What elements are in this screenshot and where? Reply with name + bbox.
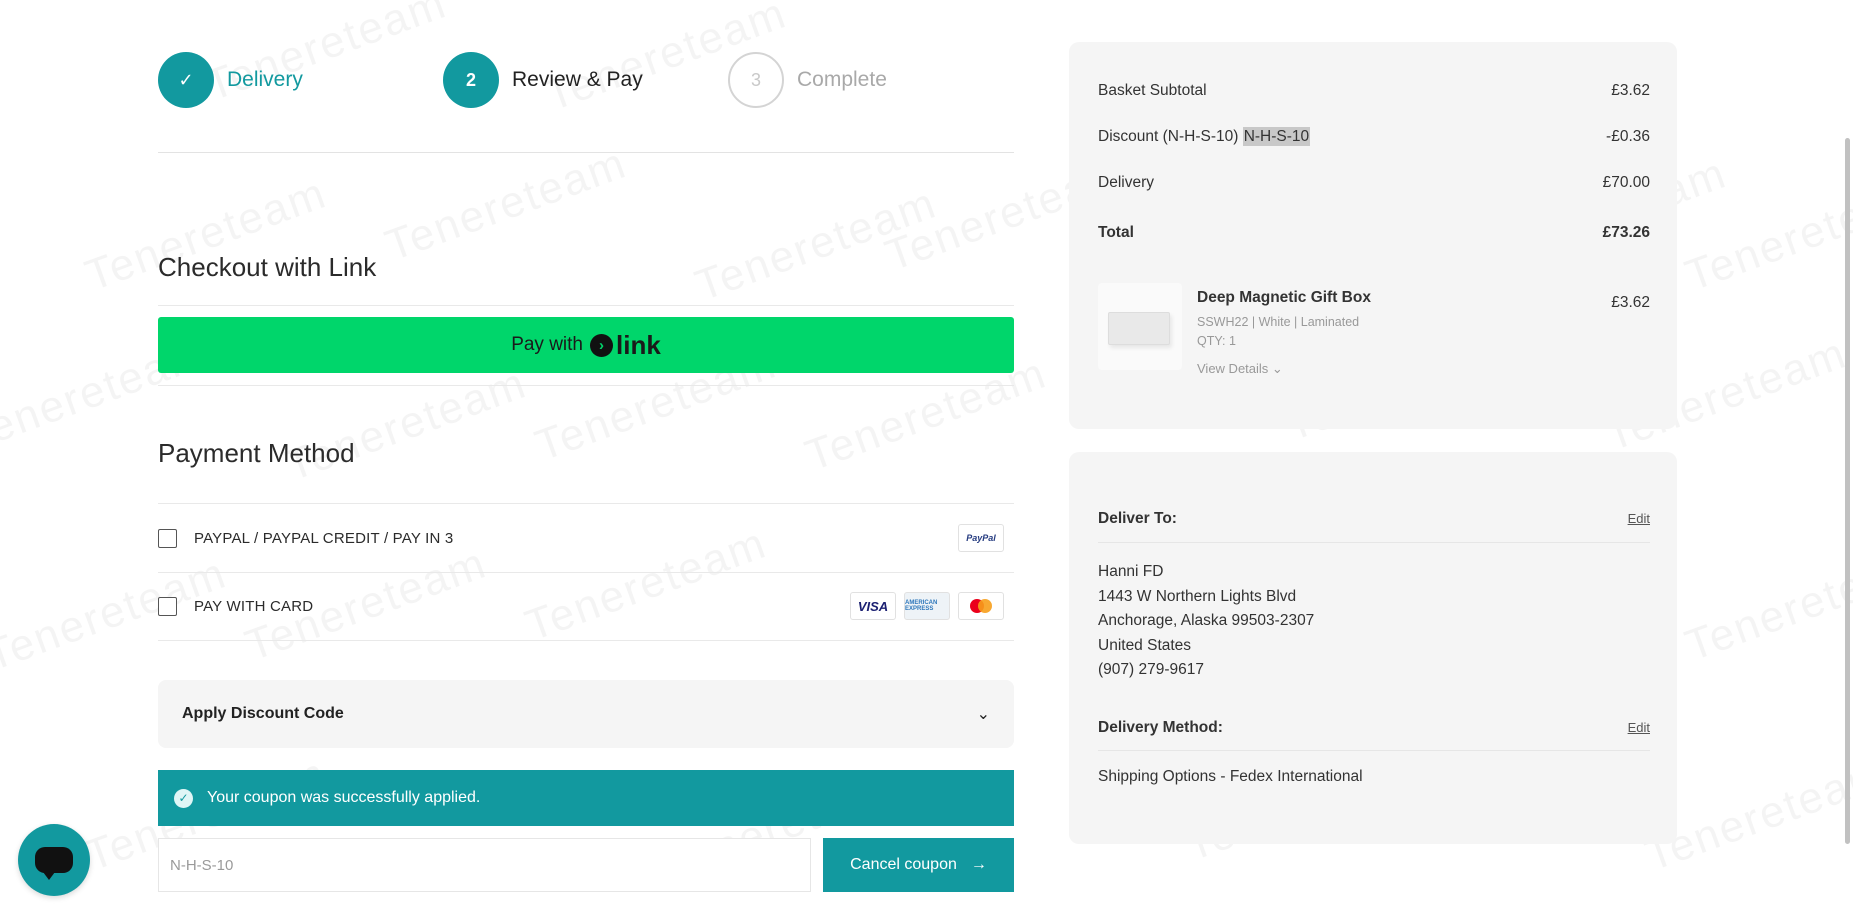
- divider: [158, 640, 1014, 641]
- summary-row-discount: Discount (N-H-S-10) N-H-S-10 -£0.36: [1098, 127, 1650, 146]
- address-line: (907) 279-9617: [1098, 661, 1204, 678]
- link-brand: link: [616, 329, 661, 360]
- coupon-success-banner: ✓ Your coupon was successfully applied.: [158, 770, 1014, 826]
- product-spec: SSWH22 | White | Laminated: [1197, 315, 1360, 329]
- summary-value: £73.26: [1602, 224, 1650, 241]
- checkout-link-title: Checkout with Link: [158, 252, 377, 282]
- link-logo: › link: [590, 330, 661, 361]
- divider: [158, 385, 1014, 386]
- success-message: Your coupon was successfully applied.: [207, 789, 481, 806]
- step-label: Delivery: [227, 68, 303, 91]
- step-review-pay: 2 Review & Pay: [443, 52, 643, 108]
- chat-widget-button[interactable]: [18, 824, 90, 896]
- selected-discount-code: N-H-S-10: [1242, 127, 1311, 146]
- chevron-down-icon: ⌄: [976, 706, 990, 723]
- address-line: United States: [1098, 636, 1192, 654]
- step-number: 3: [728, 52, 784, 108]
- amex-icon: AMERICAN EXPRESS: [904, 592, 950, 620]
- address-line: 1443 W Northern Lights Blvd: [1098, 587, 1297, 605]
- payment-option-label: PAY WITH CARD: [194, 597, 314, 615]
- step-complete: 3 Complete: [728, 52, 887, 108]
- product-name: Deep Magnetic Gift Box: [1197, 289, 1371, 306]
- visa-icon: VISA: [850, 592, 896, 620]
- edit-address-link[interactable]: Edit: [1628, 511, 1650, 526]
- address-line: Hanni FD: [1098, 563, 1164, 580]
- divider: [1098, 750, 1650, 751]
- chat-icon: [35, 847, 73, 880]
- step-label: Complete: [797, 68, 887, 91]
- payment-option-card[interactable]: PAY WITH CARD VISA AMERICAN EXPRESS: [158, 572, 1014, 640]
- discount-accordion-label: Apply Discount Code: [182, 705, 344, 722]
- pay-with-label: Pay with: [511, 334, 583, 355]
- summary-row-total: Total £73.26: [1098, 224, 1650, 242]
- product-image: [1098, 283, 1182, 370]
- chevron-down-icon: ⌄: [1271, 361, 1283, 376]
- divider: [158, 152, 1014, 153]
- pay-with-link-button[interactable]: Pay with › link: [158, 317, 1014, 373]
- summary-row-subtotal: Basket Subtotal £3.62: [1098, 82, 1650, 100]
- deliver-to-label: Deliver To:: [1098, 510, 1177, 527]
- summary-value: £70.00: [1602, 174, 1650, 191]
- page-scrollbar[interactable]: [1845, 138, 1850, 844]
- payment-option-paypal[interactable]: PAYPAL / PAYPAL CREDIT / PAY IN 3 PayPal: [158, 504, 1014, 572]
- summary-row-delivery: Delivery £70.00: [1098, 174, 1650, 192]
- arrow-right-icon: →: [970, 856, 987, 873]
- basket-item: Deep Magnetic Gift Box SSWH22 | White | …: [1098, 283, 1650, 383]
- divider: [1098, 542, 1650, 543]
- delivery-method-label: Delivery Method:: [1098, 719, 1223, 736]
- summary-label: Delivery: [1098, 174, 1154, 191]
- summary-label: Total: [1098, 224, 1134, 241]
- paypal-checkbox[interactable]: [158, 528, 177, 548]
- payment-option-label: PAYPAL / PAYPAL CREDIT / PAY IN 3: [194, 529, 454, 547]
- card-checkbox[interactable]: [158, 596, 177, 616]
- payment-method-title: Payment Method: [158, 438, 355, 468]
- summary-label: Discount (N-H-S-10): [1098, 128, 1239, 145]
- address-line: Anchorage, Alaska 99503-2307: [1098, 612, 1315, 629]
- delivery-address: Hanni FD 1443 W Northern Lights Blvd Anc…: [1098, 560, 1314, 683]
- cancel-coupon-button[interactable]: Cancel coupon →: [823, 838, 1014, 892]
- summary-value: -£0.36: [1606, 128, 1650, 145]
- delivery-method-header: Delivery Method: Edit: [1098, 719, 1650, 737]
- summary-label: Basket Subtotal: [1098, 82, 1207, 99]
- view-details-toggle[interactable]: View Details ⌄: [1197, 361, 1283, 377]
- step-delivery[interactable]: ✓ Delivery: [158, 52, 303, 108]
- mastercard-icon: [958, 592, 1004, 620]
- summary-value: £3.62: [1611, 82, 1650, 99]
- delivery-method-value: Shipping Options - Fedex International: [1098, 768, 1363, 785]
- check-circle-icon: ✓: [174, 788, 193, 808]
- step-check-icon: ✓: [158, 52, 214, 108]
- step-number: 2: [443, 52, 499, 108]
- paypal-icon: PayPal: [958, 524, 1004, 552]
- coupon-code-input[interactable]: [158, 838, 811, 892]
- cancel-coupon-label: Cancel coupon: [850, 856, 957, 873]
- step-label: Review & Pay: [512, 68, 643, 91]
- edit-delivery-method-link[interactable]: Edit: [1628, 720, 1650, 735]
- divider: [158, 305, 1014, 306]
- checkout-stepper: ✓ Delivery 2 Review & Pay 3 Complete: [158, 52, 1014, 108]
- link-arrow-icon: ›: [590, 333, 613, 357]
- deliver-to-header: Deliver To: Edit: [1098, 510, 1650, 528]
- delivery-details-panel: Deliver To: Edit Hanni FD 1443 W Norther…: [1069, 452, 1677, 844]
- product-price: £3.62: [1611, 294, 1650, 311]
- product-qty: QTY: 1: [1197, 334, 1236, 348]
- discount-code-accordion[interactable]: Apply Discount Code ⌄: [158, 680, 1014, 748]
- order-summary-panel: Basket Subtotal £3.62 Discount (N-H-S-10…: [1069, 42, 1677, 429]
